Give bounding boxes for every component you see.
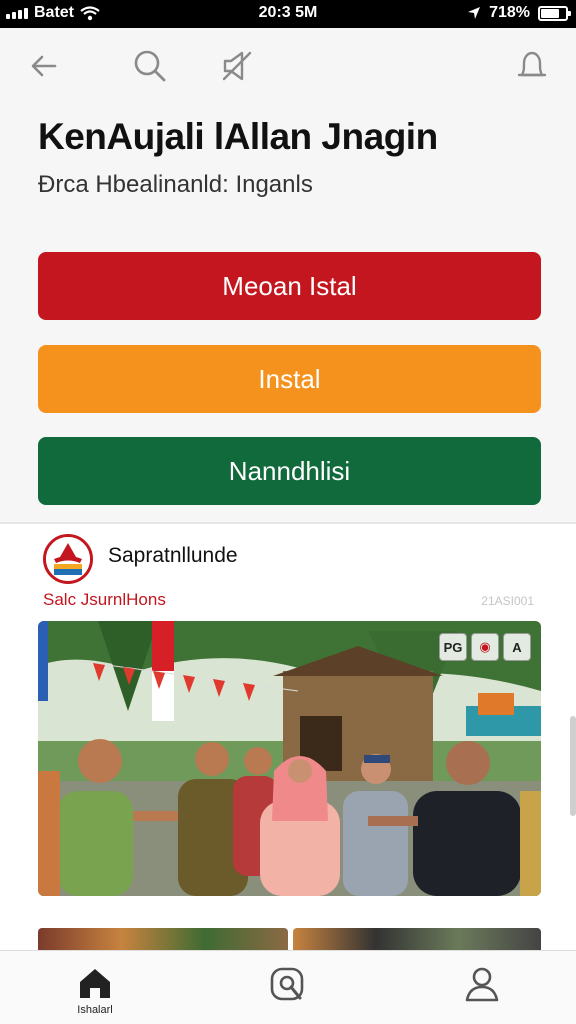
tab-home-label: Ishalarl bbox=[77, 1004, 113, 1016]
photo-badges: PG ◉ A bbox=[439, 633, 531, 661]
photo-thumbnail[interactable] bbox=[38, 928, 288, 950]
search-icon[interactable] bbox=[130, 46, 170, 86]
bell-icon[interactable] bbox=[512, 46, 552, 86]
post-author[interactable]: Sapratnllunde bbox=[108, 544, 238, 568]
post-photo[interactable]: PG ◉ A bbox=[38, 621, 541, 896]
battery-icon bbox=[538, 5, 571, 21]
scrollbar[interactable] bbox=[570, 716, 576, 816]
status-right: 718% bbox=[467, 4, 571, 22]
photo-badge-2[interactable]: ◉ bbox=[471, 633, 499, 661]
post-date: 21ASI001 bbox=[481, 594, 534, 608]
install-button[interactable]: Instal bbox=[38, 345, 541, 413]
page-title: KenAujali lAllan Jnagin bbox=[38, 116, 438, 157]
back-icon[interactable] bbox=[24, 46, 64, 86]
photo-thumbnail[interactable] bbox=[293, 928, 541, 950]
tab-profile[interactable] bbox=[452, 965, 512, 1021]
user-icon bbox=[463, 965, 501, 1003]
photo-scene bbox=[38, 621, 541, 896]
tab-home[interactable]: Ishalarl bbox=[65, 965, 125, 1021]
bottom-tab-bar: Ishalarl bbox=[0, 950, 576, 1024]
post-card: Sapratnllunde Salc JsurnlHons 21ASI001 P… bbox=[0, 524, 576, 950]
home-icon bbox=[77, 965, 113, 1001]
location-arrow-icon bbox=[467, 6, 481, 20]
search-icon bbox=[268, 965, 308, 1005]
primary-install-button[interactable]: Meoan Istal bbox=[38, 252, 541, 320]
page-subtitle: Đrca Hbealinanld: Inganls bbox=[38, 171, 313, 198]
author-avatar[interactable] bbox=[43, 534, 93, 584]
post-subtitle: Salc JsurnlHons bbox=[43, 590, 166, 609]
tab-search[interactable] bbox=[258, 965, 318, 1021]
battery-percent: 718% bbox=[489, 4, 530, 21]
speaker-off-icon[interactable] bbox=[217, 46, 257, 86]
more-photos-row bbox=[38, 928, 541, 950]
photo-badge-3[interactable]: A bbox=[503, 633, 531, 661]
photo-badge-1[interactable]: PG bbox=[439, 633, 467, 661]
top-nav bbox=[0, 28, 576, 108]
status-bar: Batet 20:3 5M 718% bbox=[0, 0, 576, 28]
tertiary-button[interactable]: Nanndhlisi bbox=[38, 437, 541, 505]
